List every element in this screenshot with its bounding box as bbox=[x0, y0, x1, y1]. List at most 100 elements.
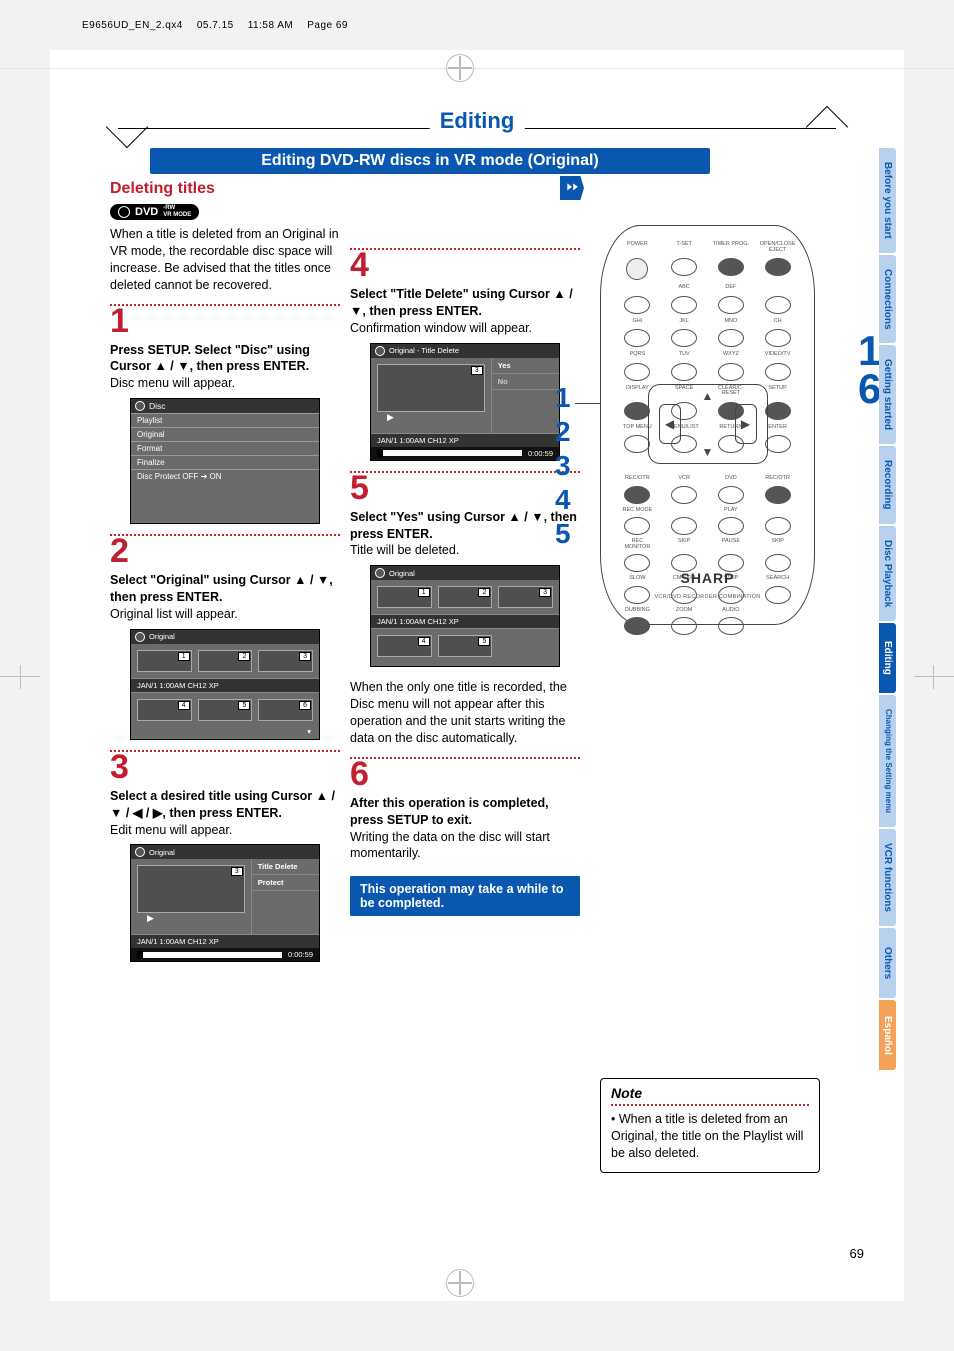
thumb-tag: 2 bbox=[238, 652, 250, 661]
note-body: • When a title is deleted from an Origin… bbox=[611, 1111, 809, 1162]
step-1-tail: Disc menu will appear. bbox=[110, 375, 340, 392]
disc-icon bbox=[135, 401, 145, 411]
running-head: E9656UD_EN_2.qx4 05.7.15 11:58 AM Page 6… bbox=[82, 20, 348, 31]
post-step5-text: When the only one title is recorded, the… bbox=[350, 679, 580, 747]
step-6-head: After this operation is completed, press… bbox=[350, 795, 580, 829]
thumb-tag: 1 bbox=[178, 652, 190, 661]
remote-button[interactable] bbox=[718, 617, 744, 635]
remote-button[interactable] bbox=[624, 486, 650, 504]
remote-button[interactable] bbox=[671, 517, 697, 535]
progress-bar bbox=[377, 450, 522, 456]
remote-button[interactable] bbox=[765, 517, 791, 535]
remote-button[interactable] bbox=[765, 486, 791, 504]
remote-button[interactable] bbox=[624, 329, 650, 347]
continuation-pointer-icon bbox=[560, 176, 584, 200]
step-1-head: Press SETUP. Select "Disc" using Cursor … bbox=[110, 342, 340, 376]
btn-label: OPEN/CLOSE EJECT bbox=[759, 242, 796, 253]
remote-button[interactable] bbox=[718, 486, 744, 504]
btn-label: CH bbox=[759, 319, 796, 325]
confirm-yes: Yes bbox=[492, 358, 559, 374]
tab-others[interactable]: Others bbox=[879, 928, 896, 998]
step-5-head: Select "Yes" using Cursor ▲ / ▼, then pr… bbox=[350, 509, 580, 543]
step-6-tail: Writing the data on the disc will start … bbox=[350, 829, 580, 863]
tab-before-you-start[interactable]: Before you start bbox=[879, 148, 896, 253]
result-panel: Original 1 2 3 JAN/1 1:00AM CH12 XP 4 5 bbox=[370, 565, 560, 667]
btn-label: REC MODE bbox=[619, 508, 656, 514]
remote-button[interactable] bbox=[718, 329, 744, 347]
tab-recording[interactable]: Recording bbox=[879, 446, 896, 523]
arrow-left-icon: ◀ bbox=[659, 404, 681, 444]
power-button[interactable] bbox=[626, 258, 648, 280]
btn-label: POWER bbox=[619, 242, 656, 253]
step-1-number: 1 bbox=[110, 304, 340, 338]
brand-sublogo: VCR/DVD RECORDER COMBINATION bbox=[601, 594, 814, 600]
remote-button[interactable] bbox=[671, 363, 697, 381]
remote-button[interactable] bbox=[624, 517, 650, 535]
section-bar: Editing DVD-RW discs in VR mode (Origina… bbox=[150, 148, 710, 174]
panel-meta: JAN/1 1:00AM CH12 XP bbox=[371, 433, 559, 447]
btn-label: REC/OTR bbox=[619, 476, 656, 482]
remote-button[interactable] bbox=[718, 363, 744, 381]
page-down-icon: ▾ bbox=[131, 727, 319, 736]
remote-button[interactable] bbox=[765, 329, 791, 347]
remote-button[interactable] bbox=[624, 402, 650, 420]
remote-button[interactable] bbox=[671, 486, 697, 504]
title-thumb: 2 bbox=[438, 586, 493, 608]
tab-connections[interactable]: Connections bbox=[879, 255, 896, 344]
panel-title-text: Original bbox=[149, 848, 175, 857]
btn-label: DUBBING bbox=[619, 608, 656, 614]
crop-line bbox=[0, 68, 954, 69]
tab-espanol[interactable]: Español bbox=[879, 1000, 896, 1070]
btn-label: REC MONITOR bbox=[619, 539, 656, 550]
btn-label: ZOOM bbox=[666, 608, 703, 614]
tab-changing-settings[interactable]: Changing the Setting menu bbox=[879, 695, 896, 827]
badge-sub2: VR MODE bbox=[163, 212, 191, 218]
panel-meta: JAN/1 1:00AM CH12 XP bbox=[131, 678, 319, 693]
cursor-dpad[interactable]: ▲ ▼ ◀ ▶ bbox=[648, 384, 768, 464]
tab-vcr-functions[interactable]: VCR functions bbox=[879, 829, 896, 926]
tab-getting-started[interactable]: Getting started bbox=[879, 345, 896, 444]
time-counter: 0:00:59 bbox=[288, 950, 313, 959]
remote-button[interactable] bbox=[718, 296, 744, 314]
remote-button[interactable] bbox=[765, 258, 791, 276]
tab-disc-playback[interactable]: Disc Playback bbox=[879, 526, 896, 621]
remote-button[interactable] bbox=[671, 617, 697, 635]
remote-button[interactable] bbox=[765, 296, 791, 314]
rh-time: 11:58 AM bbox=[248, 20, 294, 31]
remote-button[interactable] bbox=[671, 329, 697, 347]
remote-button[interactable] bbox=[671, 296, 697, 314]
note-box: Note • When a title is deleted from an O… bbox=[600, 1078, 820, 1173]
thumb-tag: 5 bbox=[238, 701, 250, 710]
remote-callout-right: 1 6 bbox=[858, 330, 881, 406]
remote-button[interactable] bbox=[624, 363, 650, 381]
remote-button[interactable] bbox=[624, 435, 650, 453]
btn-label bbox=[759, 508, 796, 514]
edit-option: Title Delete bbox=[252, 859, 319, 875]
remote-button[interactable] bbox=[671, 258, 697, 276]
remote-button[interactable] bbox=[765, 363, 791, 381]
remote-button[interactable] bbox=[624, 617, 650, 635]
callout-num: 6 bbox=[858, 368, 881, 410]
step-3-number: 3 bbox=[110, 750, 340, 784]
thumb-tag: 4 bbox=[418, 637, 430, 646]
tab-editing[interactable]: Editing bbox=[879, 623, 896, 693]
setup-button[interactable] bbox=[765, 402, 791, 420]
title-thumb: 4 bbox=[137, 699, 192, 721]
title-thumb: 6 bbox=[258, 699, 313, 721]
remote-button[interactable] bbox=[718, 517, 744, 535]
confirm-no: No bbox=[492, 374, 559, 390]
btn-label bbox=[759, 285, 796, 291]
enter-button[interactable] bbox=[765, 435, 791, 453]
remote-body: POWERT-SETTIMER PROG.OPEN/CLOSE EJECT AB… bbox=[600, 225, 815, 625]
btn-label: PLAY bbox=[713, 508, 750, 514]
rh-date: 05.7.15 bbox=[197, 20, 234, 31]
remote-button[interactable] bbox=[624, 296, 650, 314]
remote-button[interactable] bbox=[718, 258, 744, 276]
disc-icon bbox=[135, 632, 145, 642]
step-2-head: Select "Original" using Cursor ▲ / ▼, th… bbox=[110, 572, 340, 606]
panel-title: Disc bbox=[131, 399, 319, 413]
panel-empty bbox=[131, 483, 319, 523]
rh-page: Page 69 bbox=[307, 20, 348, 31]
btn-label: GHI bbox=[619, 319, 656, 325]
disc-menu-panel: Disc Playlist Original Format Finalize D… bbox=[130, 398, 320, 524]
